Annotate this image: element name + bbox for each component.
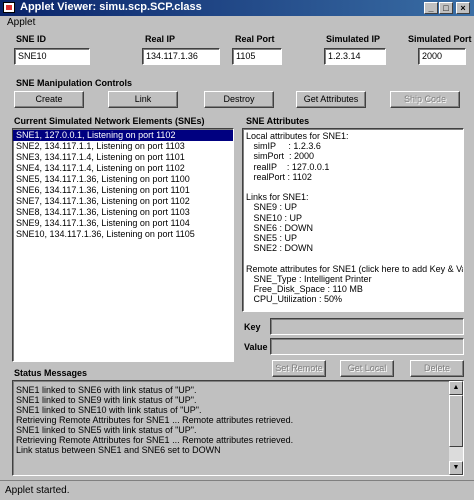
minimize-button[interactable]: _: [424, 2, 438, 14]
real-ip-label: Real IP: [145, 34, 176, 44]
delete-button[interactable]: Delete: [410, 360, 464, 377]
sne-list[interactable]: SNE1, 127.0.0.1, Listening on port 1102 S…: [12, 128, 234, 362]
attribute-line: simIP : 1.2.3.6: [246, 141, 321, 152]
attribute-line: SNE10 : UP: [246, 212, 303, 223]
attribute-line: realIP : 127.0.0.1: [246, 161, 330, 172]
status-message-line: Link status between SNE1 and SNE6 set to…: [16, 445, 221, 455]
destroy-button[interactable]: Destroy: [204, 91, 274, 108]
key-field[interactable]: [270, 318, 464, 335]
status-message-line: Retrieving Remote Attributes for SNE1 ..…: [16, 415, 294, 425]
manipulation-controls-heading: SNE Manipulation Controls: [16, 78, 132, 88]
status-message-line: SNE1 linked to SNE10 with link status of…: [16, 405, 202, 415]
sne-list-item[interactable]: SNE9, 134.117.1.36, Listening on port 11…: [13, 218, 233, 229]
sne-attributes-heading: SNE Attributes: [246, 116, 310, 126]
menu-bar: Applet: [0, 16, 474, 30]
attribute-line: Links for SNE1:: [246, 192, 309, 203]
get-local-button[interactable]: Get Local: [340, 360, 394, 377]
status-scrollbar[interactable]: ▲ ▼: [449, 381, 463, 475]
attribute-line: SNE_Type : Intelligent Printer: [246, 273, 372, 284]
attribute-line: Local attributes for SNE1:: [246, 131, 349, 141]
attribute-line: SNE2 : DOWN: [246, 243, 314, 254]
sne-list-item[interactable]: SNE7, 134.117.1.36, Listening on port 11…: [13, 196, 233, 207]
status-message-line: Retrieving Remote Attributes for SNE1 ..…: [16, 435, 294, 445]
sne-list-item[interactable]: SNE4, 134.117.1.4, Listening on port 110…: [13, 163, 233, 174]
attribute-line: [246, 253, 463, 263]
real-port-field[interactable]: 1105: [232, 48, 282, 65]
status-message-line: SNE1 linked to SNE6 with link status of …: [16, 385, 197, 395]
title-bar[interactable]: Applet Viewer: simu.scp.SCP.class _ □ ×: [0, 0, 474, 16]
attribute-line: Free_Disk_Space : 110 MB: [246, 284, 363, 295]
attribute-line: SNE5 : UP: [246, 233, 298, 244]
value-field[interactable]: [270, 338, 464, 355]
sne-list-heading: Current Simulated Network Elements (SNEs…: [14, 116, 205, 126]
key-label: Key: [244, 322, 261, 332]
menu-applet[interactable]: Applet: [7, 17, 35, 28]
applet-status-text: Applet started.: [5, 485, 70, 496]
attribute-line: SNE9 : UP: [246, 202, 298, 213]
sne-list-item[interactable]: SNE5, 134.117.1.36, Listening on port 11…: [13, 174, 233, 185]
sne-list-item[interactable]: SNE2, 134.117.1.1, Listening on port 110…: [13, 141, 233, 152]
status-message-line: SNE1 linked to SNE5 with link status of …: [16, 425, 197, 435]
sne-list-item[interactable]: SNE3, 134.117.1.4, Listening on port 110…: [13, 152, 233, 163]
real-ip-field[interactable]: 134.117.1.36: [142, 48, 220, 65]
close-button[interactable]: ×: [456, 2, 470, 14]
get-attributes-button[interactable]: Get Attributes: [296, 91, 366, 108]
link-button[interactable]: Link: [108, 91, 178, 108]
scroll-up-arrow-icon[interactable]: ▲: [449, 381, 463, 395]
java-applet-icon: [3, 2, 15, 13]
attribute-line: simPort : 2000: [246, 151, 315, 162]
sne-id-field[interactable]: SNE10: [14, 48, 90, 65]
status-messages-panel[interactable]: SNE1 linked to SNE6 with link status of …: [12, 380, 464, 476]
set-remote-button[interactable]: Set Remote: [272, 360, 326, 377]
simulated-port-field[interactable]: 2000: [418, 48, 466, 65]
sne-list-item[interactable]: SNE1, 127.0.0.1, Listening on port 1102: [13, 130, 233, 141]
attribute-line: [246, 182, 463, 192]
real-port-label: Real Port: [235, 34, 275, 44]
attribute-line: CPU_Utilization : 50%: [246, 294, 343, 305]
simulated-ip-label: Simulated IP: [326, 34, 381, 44]
attributes-text: Local attributes for SNE1: simIP : 1.2.3…: [243, 129, 463, 304]
value-label: Value: [244, 342, 268, 352]
simulated-ip-field[interactable]: 1.2.3.14: [324, 48, 386, 65]
scroll-thumb[interactable]: [449, 395, 463, 447]
ship-code-button[interactable]: Ship Code: [390, 91, 460, 108]
status-messages-heading: Status Messages: [14, 368, 88, 378]
attribute-line: SNE6 : DOWN: [246, 222, 314, 233]
status-message-line: SNE1 linked to SNE9 with link status of …: [16, 395, 197, 405]
sne-list-rows: SNE1, 127.0.0.1, Listening on port 1102 S…: [13, 129, 233, 240]
maximize-button[interactable]: □: [439, 2, 453, 14]
attribute-line: Remote attributes for SNE1 (click here t…: [246, 263, 464, 274]
simulated-port-label: Simulated Port: [408, 34, 472, 44]
window-title: Applet Viewer: simu.scp.SCP.class: [20, 1, 202, 13]
sne-list-item[interactable]: SNE10, 134.117.1.36, Listening on port 1…: [13, 229, 233, 240]
sne-list-item[interactable]: SNE6, 134.117.1.36, Listening on port 11…: [13, 185, 233, 196]
attribute-line: realPort : 1102: [246, 171, 312, 182]
create-button[interactable]: Create: [14, 91, 84, 108]
sne-list-item[interactable]: SNE8, 134.117.1.36, Listening on port 11…: [13, 207, 233, 218]
status-messages-text: SNE1 linked to SNE6 with link status of …: [13, 381, 463, 455]
applet-status-bar: Applet started.: [0, 480, 474, 500]
sne-id-label: SNE ID: [16, 34, 47, 44]
sne-attributes-panel[interactable]: Local attributes for SNE1: simIP : 1.2.3…: [242, 128, 464, 312]
scroll-down-arrow-icon[interactable]: ▼: [449, 461, 463, 475]
